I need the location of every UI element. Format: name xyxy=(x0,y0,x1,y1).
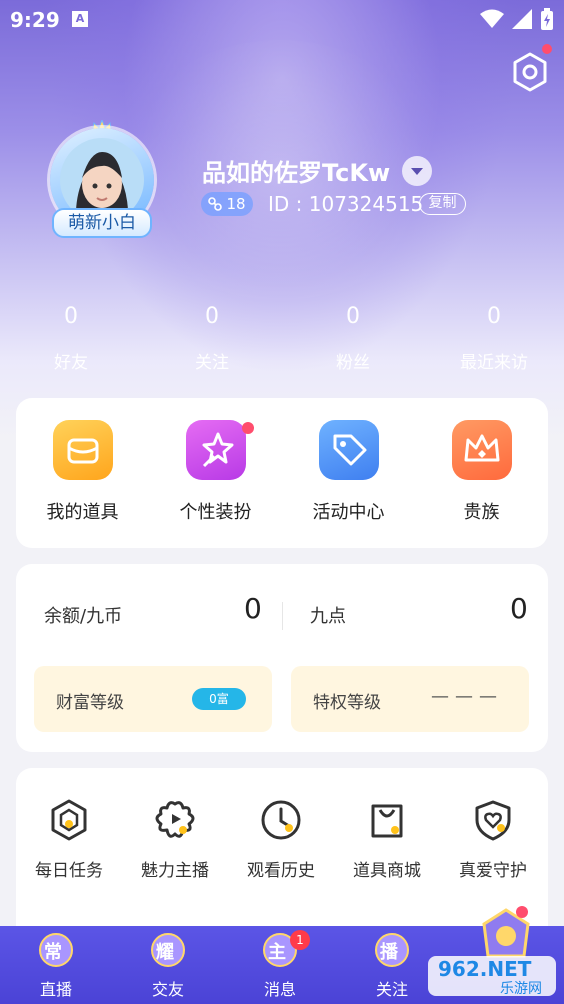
magic-wand-icon xyxy=(185,420,254,480)
quick-action-activity-center[interactable]: 活动中心 xyxy=(282,420,415,524)
function-label: 每日任务 xyxy=(35,861,103,881)
new-indicator-dot xyxy=(241,422,254,434)
tag-icon xyxy=(318,420,379,480)
stat-friends[interactable]: 0 好友 xyxy=(16,300,126,373)
stat-value: 0 xyxy=(346,304,360,329)
quick-action-label: 活动中心 xyxy=(312,502,385,523)
site-watermark: 962.NET 乐游网 xyxy=(428,954,558,998)
tab-label: 交友 xyxy=(151,980,184,999)
task-hexagon-icon xyxy=(47,798,91,842)
tab-label: 直播 xyxy=(39,980,72,999)
tab-icon-text: 常 xyxy=(44,942,62,963)
stat-following[interactable]: 0 关注 xyxy=(157,300,267,373)
flower-play-icon xyxy=(153,798,197,842)
coins-value[interactable]: 0 xyxy=(244,592,262,625)
tab-live[interactable]: 常 直播 xyxy=(0,926,112,1004)
profile-notification-dot xyxy=(516,906,528,918)
status-time: 9:29 xyxy=(10,8,60,32)
username: 品如的佐罗TcKw xyxy=(202,159,391,187)
stat-label: 好友 xyxy=(54,353,88,373)
function-item-mall[interactable]: 道具商城 xyxy=(334,798,440,881)
stat-label: 粉丝 xyxy=(336,353,370,373)
copy-id-button[interactable]: 复制 xyxy=(419,193,466,215)
user-level-pill: 18 xyxy=(201,192,253,216)
stat-value: 0 xyxy=(205,304,219,329)
gift-box-icon xyxy=(52,420,113,480)
settings-notification-dot xyxy=(542,44,552,54)
quick-actions-card: 我的道具 个性装扮 活动中心 贵族 xyxy=(16,398,548,548)
function-label: 魅力主播 xyxy=(141,861,209,881)
user-level: 18 xyxy=(226,195,246,213)
status-icons xyxy=(480,8,554,30)
gear-icon xyxy=(513,52,547,92)
stat-label: 最近来访 xyxy=(460,353,528,373)
tab-icon-text: 播 xyxy=(380,942,398,963)
function-charm-anchor[interactable]: 魅力主播 xyxy=(122,798,228,881)
points-value[interactable]: 0 xyxy=(510,592,528,625)
function-watch-history[interactable]: 观看历史 xyxy=(228,798,334,881)
quick-action-label: 贵族 xyxy=(463,502,500,523)
privilege-level-box[interactable]: 特权等级 ——— xyxy=(291,666,529,732)
link-icon xyxy=(208,197,223,211)
status-bar: 9:29 A xyxy=(0,0,564,40)
privilege-level-value: ——— xyxy=(431,686,503,707)
wealth-level-box[interactable]: 财富等级 0富 xyxy=(34,666,272,732)
shopping-bag-icon xyxy=(365,798,409,842)
tab-icon-text: 耀 xyxy=(156,942,174,963)
wealth-level-badge: 0富 xyxy=(192,688,246,710)
avatar-level-badge: 萌新小白 xyxy=(52,208,152,238)
coins-label: 余额/九币 xyxy=(44,606,123,627)
signal-icon xyxy=(512,9,532,29)
unread-badge: 1 xyxy=(290,930,310,950)
balance-divider xyxy=(282,602,283,630)
quick-action-nobility[interactable]: 贵族 xyxy=(415,420,548,524)
tab-icon-text: 主 xyxy=(268,942,286,963)
points-label: 九点 xyxy=(310,606,346,627)
quick-action-label: 个性装扮 xyxy=(179,502,252,523)
function-label: 真爱守护 xyxy=(459,861,527,881)
avatar[interactable]: 萌新小白 xyxy=(44,120,160,240)
watermark-sub: 乐游网 xyxy=(500,981,542,997)
notification-icon: A xyxy=(72,11,88,27)
stat-recent-visitors[interactable]: 0 最近来访 xyxy=(439,300,549,373)
function-label: 道具商城 xyxy=(353,861,421,881)
function-daily-tasks[interactable]: 每日任务 xyxy=(16,798,122,881)
account-dropdown-button[interactable] xyxy=(402,156,432,186)
function-true-love-guard[interactable]: 真爱守护 xyxy=(440,798,546,881)
user-id: ID : 107324515 xyxy=(268,192,424,216)
clock-icon xyxy=(259,798,303,842)
settings-button[interactable] xyxy=(508,44,552,94)
heart-shield-icon xyxy=(471,798,515,842)
privilege-level-label: 特权等级 xyxy=(313,693,381,713)
stat-value: 0 xyxy=(64,304,78,329)
crown-icon xyxy=(451,420,512,480)
balance-card: 余额/九币 0 九点 0 财富等级 0富 特权等级 ——— xyxy=(16,564,548,752)
tab-friends[interactable]: 耀 交友 xyxy=(112,926,224,1004)
wifi-icon xyxy=(480,9,504,28)
tab-label: 消息 xyxy=(263,980,296,999)
function-label: 观看历史 xyxy=(247,861,315,881)
tab-messages[interactable]: 主 1 消息 xyxy=(224,926,336,1004)
profile-stats: 0 好友 0 关注 0 粉丝 0 最近来访 xyxy=(0,300,564,380)
stat-label: 关注 xyxy=(195,353,229,373)
quick-action-label: 我的道具 xyxy=(46,502,119,523)
quick-action-my-items[interactable]: 我的道具 xyxy=(16,420,149,524)
stat-fans[interactable]: 0 粉丝 xyxy=(298,300,408,373)
battery-icon xyxy=(541,8,553,30)
wealth-level-label: 财富等级 xyxy=(56,693,124,713)
stat-value: 0 xyxy=(487,304,501,329)
quick-action-personal-style[interactable]: 个性装扮 xyxy=(149,420,282,524)
